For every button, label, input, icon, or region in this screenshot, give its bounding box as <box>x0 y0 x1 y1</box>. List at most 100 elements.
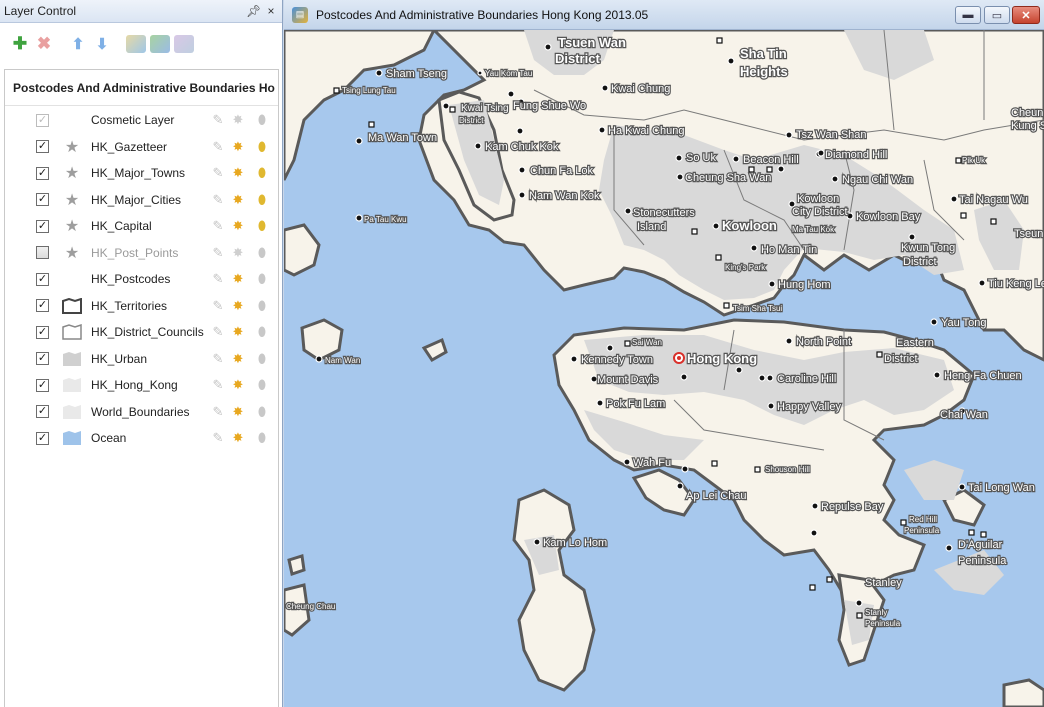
layer-effects-icon[interactable]: ✸ <box>230 298 246 314</box>
layer-edit-icon[interactable]: ✎ <box>210 139 226 155</box>
label-stonecutters: Stonecutters <box>633 207 695 219</box>
layer-edit-icon[interactable]: ✎ <box>210 404 226 420</box>
map-svg[interactable]: Tsuen Wan District Sha Tin Heights Sham … <box>284 30 1044 707</box>
layer-edit-icon[interactable]: ✎ <box>210 298 226 314</box>
layer-label-tag-icon[interactable]: ⬮ <box>254 377 270 393</box>
layer-effects-icon[interactable]: ✸ <box>230 377 246 393</box>
layer-label-tag-icon[interactable]: ⬮ <box>254 112 270 128</box>
layer-label-tag-icon[interactable]: ⬮ <box>254 218 270 234</box>
add-layer-icon[interactable]: ✚ <box>10 34 30 54</box>
layer-label-tag-icon[interactable]: ⬮ <box>254 139 270 155</box>
close-button[interactable]: ✕ <box>1012 6 1040 24</box>
layer-effects-icon[interactable]: ✸ <box>230 139 246 155</box>
layer-visibility-checkbox[interactable]: ✓ <box>36 431 49 445</box>
layer-edit-icon[interactable]: ✎ <box>210 245 226 261</box>
layer-row[interactable]: ✓ HK_District_Councils ✎ ✸ ⬮ <box>5 319 278 345</box>
layer-tree: Postcodes And Administrative Boundaries … <box>4 69 279 707</box>
label-kwun-tong-district: District <box>903 256 937 268</box>
close-icon[interactable]: × <box>264 4 278 18</box>
layer-effects-icon[interactable]: ✸ <box>230 218 246 234</box>
layer-effects-icon[interactable]: ✸ <box>230 324 246 340</box>
layer-visibility-checkbox[interactable]: ✓ <box>36 352 49 365</box>
layer-effects-icon[interactable]: ✸ <box>230 271 246 287</box>
layer-effects-icon[interactable]: ✸ <box>230 192 246 208</box>
layer-edit-icon[interactable]: ✎ <box>210 324 226 340</box>
layer-edit-icon[interactable]: ✎ <box>210 377 226 393</box>
label-stanly-peninsula: Peninsula <box>865 619 901 628</box>
layer-label-tag-icon[interactable]: ⬮ <box>254 430 270 446</box>
layer-row[interactable]: ✓ HK_Hong_Kong ✎ ✸ ⬮ <box>5 372 278 398</box>
map-canvas[interactable]: Tsuen Wan District Sha Tin Heights Sham … <box>284 30 1044 707</box>
layer-row[interactable]: ✓ Ocean ✎ ✸ ⬮ <box>5 425 278 451</box>
pin-icon[interactable]: 📌︎ <box>246 4 261 18</box>
minimize-button[interactable]: ▬ <box>955 6 981 24</box>
layer-row[interactable]: ★ HK_Post_Points ✎ ✸ ⬮ <box>5 240 278 266</box>
maximize-button[interactable]: ▭ <box>984 6 1010 24</box>
layer-name: HK_Gazetteer <box>91 139 168 154</box>
remove-layer-icon[interactable]: ✖ <box>34 34 54 54</box>
layer-effects-icon[interactable]: ✸ <box>230 245 246 261</box>
layer-visibility-checkbox[interactable]: ✓ <box>36 140 49 153</box>
layer-row[interactable]: ✓ HK_Territories ✎ ✸ ⬮ <box>5 293 278 319</box>
layer-visibility-checkbox[interactable]: ✓ <box>36 378 49 392</box>
label-d-aguilar-peninsula: Peninsula <box>958 555 1007 567</box>
layer-label-tag-icon[interactable]: ⬮ <box>254 165 270 181</box>
layer-row[interactable]: ✓ World_Boundaries ✎ ✸ ⬮ <box>5 399 278 425</box>
layer-edit-icon[interactable]: ✎ <box>210 351 226 367</box>
move-up-icon[interactable]: ⬆ <box>68 34 88 54</box>
layer-label-tag-icon[interactable]: ⬮ <box>254 192 270 208</box>
map-title-node[interactable]: Postcodes And Administrative Boundaries … <box>5 70 278 106</box>
point-symbol-icon: ★ <box>64 191 80 209</box>
map-titlebar: ▤ Postcodes And Administrative Boundarie… <box>284 0 1044 30</box>
layer-edit-icon[interactable]: ✎ <box>210 165 226 181</box>
layer-visibility-checkbox[interactable]: ✓ <box>36 272 49 286</box>
layer-row[interactable]: ✓ ★ HK_Major_Cities ✎ ✸ ⬮ <box>5 187 278 213</box>
layer-name: HK_Urban <box>91 351 148 366</box>
layer-visibility-checkbox[interactable]: ✓ <box>36 166 49 180</box>
layer-name: HK_Postcodes <box>91 272 171 286</box>
layer-row[interactable]: ✓ HK_Urban ✎ ✸ ⬮ <box>5 346 278 372</box>
layer-properties-icon[interactable] <box>126 35 146 53</box>
layer-label-tag-icon[interactable]: ⬮ <box>254 351 270 367</box>
layer-visibility-checkbox[interactable]: ✓ <box>36 219 49 233</box>
layer-label-icon[interactable] <box>174 35 194 53</box>
label-north-point: North Point <box>796 336 851 348</box>
layer-visibility-checkbox[interactable]: ✓ <box>36 405 49 418</box>
label-ma-wan-town: Ma Wan Town <box>368 132 437 144</box>
layer-name: Cosmetic Layer <box>91 113 175 127</box>
layer-visibility-checkbox[interactable]: ✓ <box>36 113 49 127</box>
layer-label-tag-icon[interactable]: ⬮ <box>254 298 270 314</box>
layer-label-tag-icon[interactable]: ⬮ <box>254 271 270 287</box>
layer-visibility-checkbox[interactable]: ✓ <box>36 193 49 206</box>
label-kwai-tsing: Kwai Tsing <box>461 103 509 114</box>
layer-edit-icon[interactable]: ✎ <box>210 430 226 446</box>
layer-edit-icon[interactable]: ✎ <box>210 218 226 234</box>
layer-row[interactable]: ✓ HK_Postcodes ✎ ✸ ⬮ <box>5 266 278 292</box>
layer-edit-icon[interactable]: ✎ <box>210 112 226 128</box>
label-ha-kwai-chung: Ha Kwai Chung <box>608 125 684 137</box>
layer-row[interactable]: ✓ ★ HK_Capital ✎ ✸ ⬮ <box>5 213 278 239</box>
layer-visibility-checkbox[interactable]: ✓ <box>36 299 49 312</box>
layer-label-tag-icon[interactable]: ⬮ <box>254 324 270 340</box>
layer-effects-icon[interactable]: ✸ <box>230 404 246 420</box>
layer-visibility-checkbox[interactable]: ✓ <box>36 325 49 339</box>
layer-edit-icon[interactable]: ✎ <box>210 271 226 287</box>
layer-label-tag-icon[interactable]: ⬮ <box>254 245 270 261</box>
layer-visibility-checkbox[interactable] <box>36 246 49 259</box>
layer-edit-icon[interactable]: ✎ <box>210 192 226 208</box>
layer-effects-icon[interactable]: ✸ <box>230 165 246 181</box>
layer-effects-icon[interactable]: ✸ <box>230 112 246 128</box>
layer-effects-icon[interactable]: ✸ <box>230 430 246 446</box>
label-kowloon-bay: Kowloon Bay <box>856 211 921 223</box>
layer-effects-icon[interactable]: ✸ <box>230 351 246 367</box>
layer-label-tag-icon[interactable]: ⬮ <box>254 404 270 420</box>
move-down-icon[interactable]: ⬇ <box>92 34 112 54</box>
layer-style-icon[interactable] <box>150 35 170 53</box>
layer-row[interactable]: ✓ ★ HK_Major_Towns ✎ ✸ ⬮ <box>5 160 278 186</box>
capital-icon <box>673 352 685 364</box>
layer-row[interactable]: ✓ Cosmetic Layer ✎ ✸ ⬮ <box>5 107 278 133</box>
label-so-uk: So Uk <box>686 152 716 164</box>
layer-row[interactable]: ✓ ★ HK_Gazetteer ✎ ✸ ⬮ <box>5 134 278 160</box>
layer-name: HK_Capital <box>91 219 152 233</box>
point-symbol-icon: ★ <box>64 165 80 182</box>
